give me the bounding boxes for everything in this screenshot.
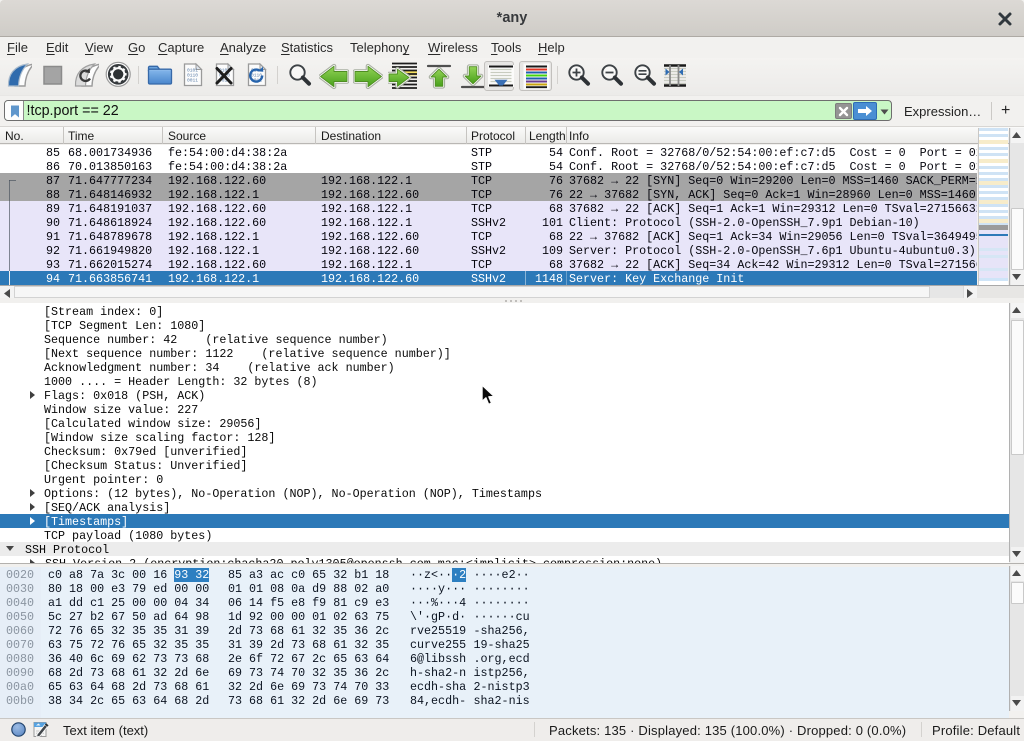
svg-text:0011: 0011 [187,78,198,84]
